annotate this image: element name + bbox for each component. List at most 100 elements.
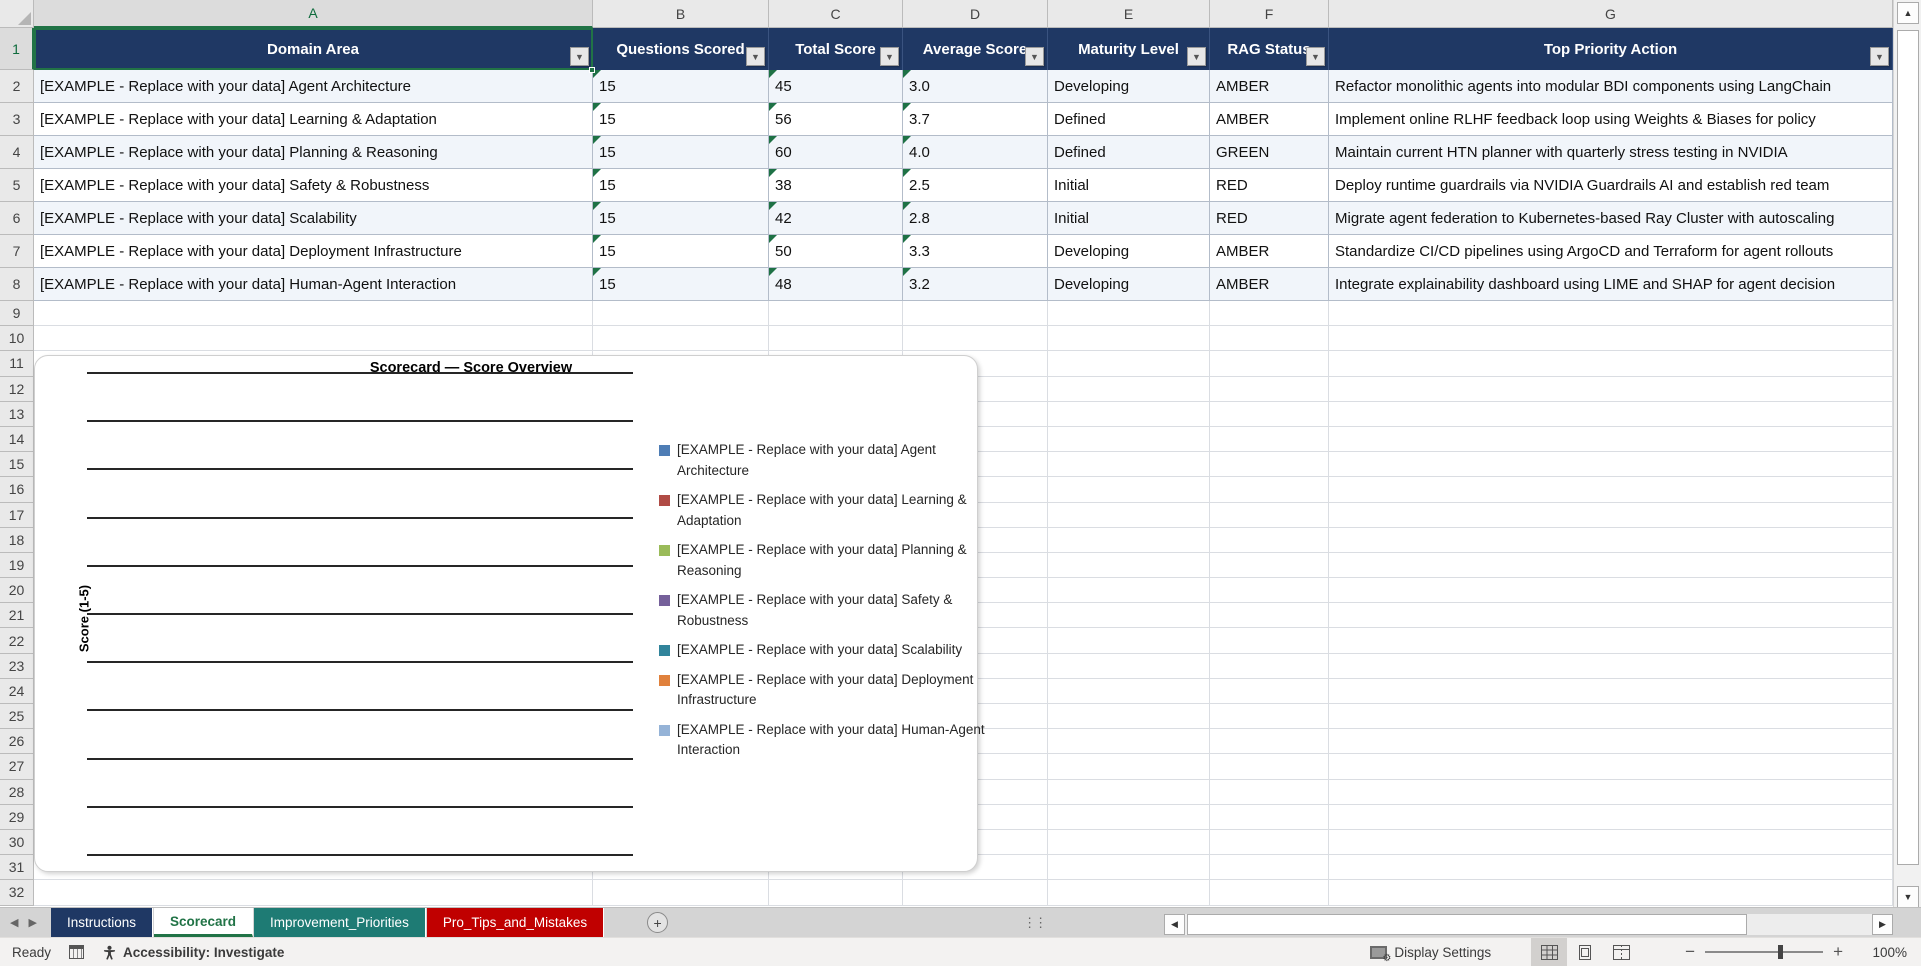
empty-cell[interactable] [1210, 527, 1329, 553]
horizontal-scroll-thumb[interactable] [1187, 914, 1747, 935]
cell-rag[interactable]: AMBER [1210, 70, 1329, 103]
cell-total[interactable]: 60 [769, 136, 903, 169]
cell-domain[interactable]: [EXAMPLE - Replace with your data] Plann… [34, 136, 593, 169]
horizontal-scroll-track[interactable] [1185, 914, 1872, 935]
empty-cell[interactable] [1210, 502, 1329, 528]
empty-cell[interactable] [1210, 603, 1329, 629]
cell-average[interactable]: 4.0 [903, 136, 1048, 169]
row-header-4[interactable]: 4 [0, 136, 34, 169]
empty-cell[interactable] [1048, 578, 1210, 604]
cell-action[interactable]: Maintain current HTN planner with quarte… [1329, 136, 1893, 169]
select-all-corner[interactable] [0, 0, 34, 28]
empty-cell[interactable] [593, 301, 769, 327]
column-header-A[interactable]: A [34, 0, 593, 28]
empty-cell[interactable] [1329, 653, 1893, 679]
empty-cell[interactable] [1048, 552, 1210, 579]
selection-fill-handle[interactable] [589, 67, 595, 73]
vertical-scroll-thumb[interactable] [1897, 30, 1919, 865]
cell-total[interactable]: 56 [769, 103, 903, 136]
next-sheet-button[interactable]: ▶ [28, 916, 36, 929]
empty-cell[interactable] [769, 880, 903, 906]
empty-cell[interactable] [903, 301, 1048, 327]
cell-questions[interactable]: 15 [593, 103, 769, 136]
empty-cell[interactable] [1329, 552, 1893, 579]
cell-questions[interactable]: 15 [593, 202, 769, 235]
empty-cell[interactable] [1329, 578, 1893, 604]
scroll-left-button[interactable]: ◀ [1164, 914, 1185, 935]
cell-action[interactable]: Standardize CI/CD pipelines using ArgoCD… [1329, 235, 1893, 268]
cell-total[interactable]: 48 [769, 268, 903, 301]
cell-action[interactable]: Integrate explainability dashboard using… [1329, 268, 1893, 301]
page-layout-view-button[interactable] [1567, 938, 1603, 966]
cell-total[interactable]: 45 [769, 70, 903, 103]
cell-domain[interactable]: [EXAMPLE - Replace with your data] Scala… [34, 202, 593, 235]
cell-maturity[interactable]: Defined [1048, 103, 1210, 136]
empty-cell[interactable] [1048, 603, 1210, 629]
empty-cell[interactable] [34, 880, 593, 906]
empty-cell[interactable] [1329, 754, 1893, 780]
row-header-25[interactable]: 25 [0, 704, 34, 730]
empty-cell[interactable] [1210, 376, 1329, 402]
cell-average[interactable]: 3.3 [903, 235, 1048, 268]
column-header-C[interactable]: C [769, 0, 903, 28]
cell-domain[interactable]: [EXAMPLE - Replace with your data] Deplo… [34, 235, 593, 268]
cell-maturity[interactable]: Developing [1048, 70, 1210, 103]
empty-cell[interactable] [1329, 477, 1893, 503]
cell-average[interactable]: 3.7 [903, 103, 1048, 136]
row-header-10[interactable]: 10 [0, 326, 34, 352]
row-header-21[interactable]: 21 [0, 603, 34, 629]
cell-rag[interactable]: GREEN [1210, 136, 1329, 169]
empty-cell[interactable] [593, 326, 769, 352]
empty-cell[interactable] [1329, 376, 1893, 402]
cell-average[interactable]: 2.8 [903, 202, 1048, 235]
empty-cell[interactable] [1210, 301, 1329, 327]
row-header-8[interactable]: 8 [0, 268, 34, 301]
horizontal-scrollbar[interactable]: ◀ ▶ [1164, 913, 1893, 936]
row-header-28[interactable]: 28 [0, 779, 34, 805]
row-header-12[interactable]: 12 [0, 376, 34, 402]
row-header-22[interactable]: 22 [0, 628, 34, 654]
empty-cell[interactable] [1329, 452, 1893, 478]
empty-cell[interactable] [1210, 628, 1329, 654]
empty-cell[interactable] [1048, 855, 1210, 881]
row-header-5[interactable]: 5 [0, 169, 34, 202]
cell-action[interactable]: Implement online RLHF feedback loop usin… [1329, 103, 1893, 136]
cell-rag[interactable]: RED [1210, 202, 1329, 235]
empty-cell[interactable] [1329, 678, 1893, 704]
empty-cell[interactable] [1210, 477, 1329, 503]
empty-cell[interactable] [34, 326, 593, 352]
cell-action[interactable]: Refactor monolithic agents into modular … [1329, 70, 1893, 103]
tab-scrollbar-splitter[interactable]: ⋮⋮ [1023, 915, 1047, 931]
row-header-1[interactable]: 1 [0, 28, 34, 70]
empty-cell[interactable] [1048, 401, 1210, 427]
accessibility-status[interactable]: Accessibility: Investigate [102, 945, 284, 960]
filter-dropdown-button[interactable]: ▼ [1187, 47, 1206, 66]
empty-cell[interactable] [1210, 855, 1329, 881]
cell-total[interactable]: 42 [769, 202, 903, 235]
filter-dropdown-button[interactable]: ▼ [570, 47, 589, 66]
cell-average[interactable]: 3.2 [903, 268, 1048, 301]
empty-cell[interactable] [1048, 376, 1210, 402]
empty-cell[interactable] [1048, 452, 1210, 478]
row-header-13[interactable]: 13 [0, 401, 34, 427]
empty-cell[interactable] [1210, 326, 1329, 352]
empty-cell[interactable] [1329, 351, 1893, 377]
empty-cell[interactable] [1048, 829, 1210, 856]
row-header-32[interactable]: 32 [0, 880, 34, 906]
empty-cell[interactable] [1329, 426, 1893, 453]
row-header-20[interactable]: 20 [0, 578, 34, 604]
cell-action[interactable]: Deploy runtime guardrails via NVIDIA Gua… [1329, 169, 1893, 202]
column-header-B[interactable]: B [593, 0, 769, 28]
row-header-27[interactable]: 27 [0, 754, 34, 780]
filter-dropdown-button[interactable]: ▼ [880, 47, 899, 66]
cell-rag[interactable]: AMBER [1210, 235, 1329, 268]
empty-cell[interactable] [1048, 754, 1210, 780]
empty-cell[interactable] [1048, 502, 1210, 528]
zoom-percentage[interactable]: 100% [1865, 945, 1907, 960]
empty-cell[interactable] [1048, 653, 1210, 679]
table-header-cell[interactable]: Maturity Level ▼ [1048, 28, 1210, 70]
empty-cell[interactable] [1210, 704, 1329, 730]
scroll-right-button[interactable]: ▶ [1872, 914, 1893, 935]
row-header-7[interactable]: 7 [0, 235, 34, 268]
row-header-18[interactable]: 18 [0, 527, 34, 553]
